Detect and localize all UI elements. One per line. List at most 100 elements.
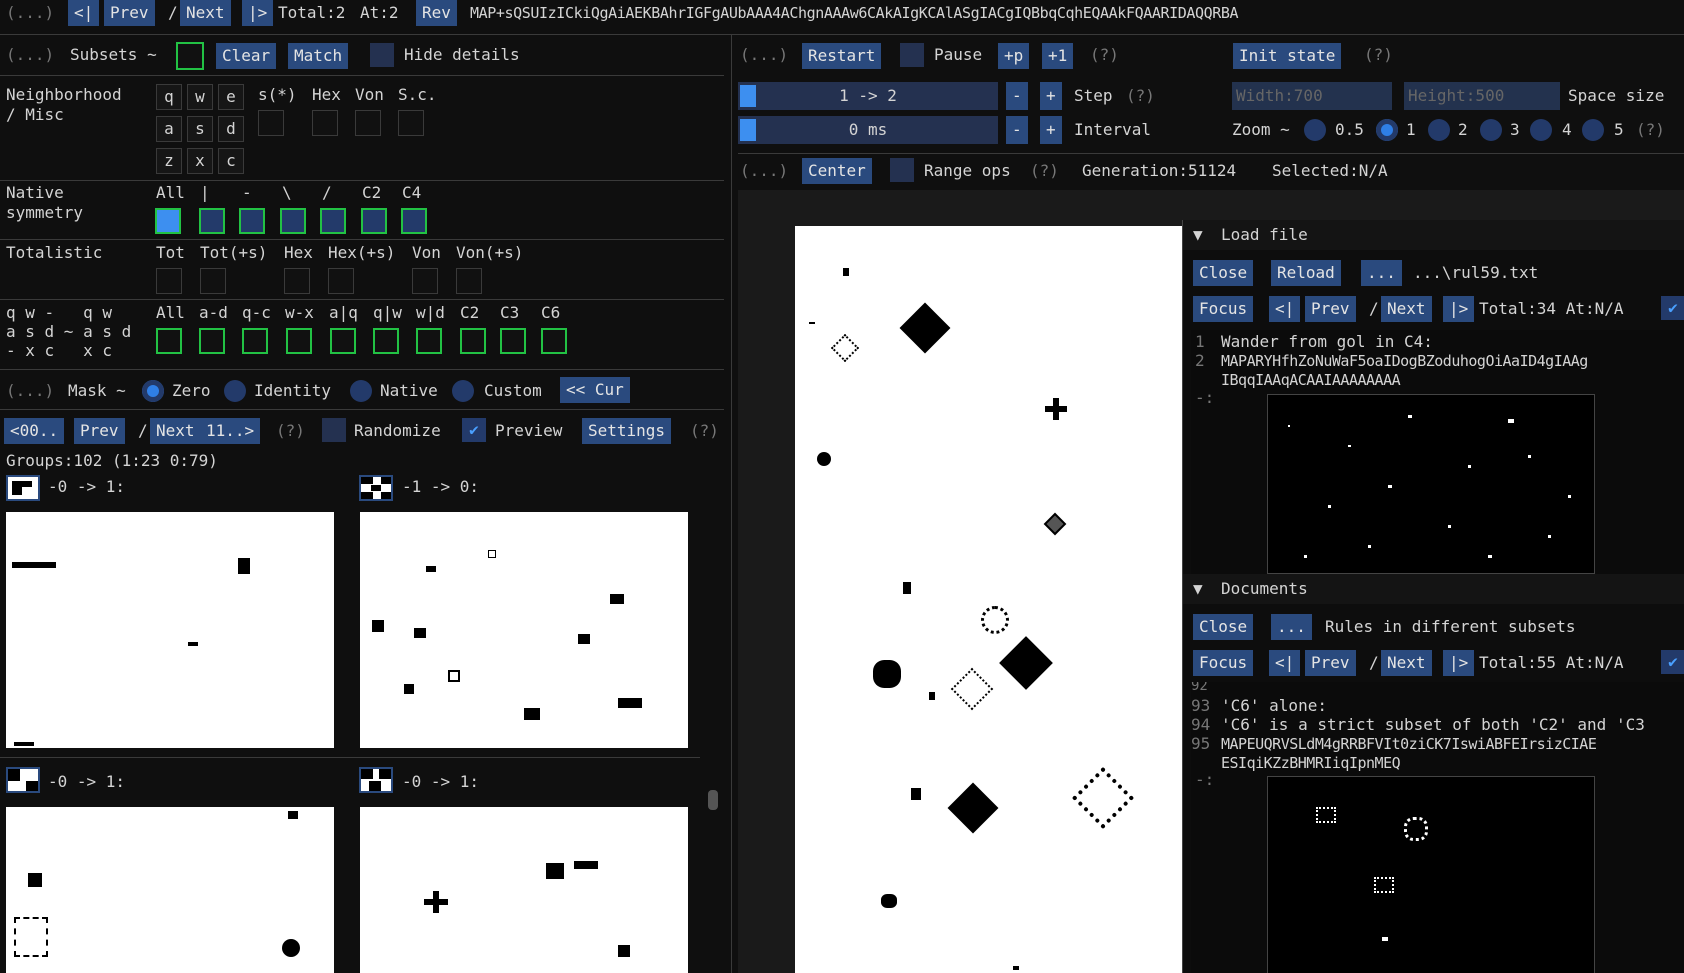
plus-p-button[interactable]: +p	[998, 43, 1030, 69]
tot-toggle[interactable]	[156, 268, 182, 294]
docs-line-95-cont[interactable]: ESIqiKZzBHMRIiqIpnMEQ	[1221, 753, 1401, 773]
cur-button[interactable]: << Cur	[560, 377, 630, 403]
pause-checkbox[interactable]	[900, 43, 924, 67]
rule-string[interactable]: MAP+sQSUIzICkiQgAiAEKBAhrIGFgAUbAAA4AChg…	[470, 3, 1239, 23]
docs-browse-button[interactable]: ...	[1271, 614, 1312, 640]
perm-c6-checkbox[interactable]	[541, 328, 567, 354]
perm-wd-checkbox[interactable]	[416, 328, 442, 354]
first-button[interactable]: <|	[68, 0, 100, 26]
native-backslash-checkbox[interactable]	[280, 208, 306, 234]
load-browse-button[interactable]: ...	[1361, 260, 1402, 286]
subsets-more-button[interactable]: (...)	[6, 45, 54, 65]
step-help[interactable]: (?)	[1126, 86, 1155, 106]
docs-close-button[interactable]: Close	[1193, 614, 1254, 640]
von-s-toggle[interactable]	[456, 268, 482, 294]
last-button[interactable]: |>	[242, 0, 274, 26]
mask-native-radio[interactable]	[350, 380, 372, 402]
native-c2-checkbox[interactable]	[361, 208, 387, 234]
zoom-05-radio[interactable]	[1304, 119, 1326, 141]
center-button[interactable]: Center	[802, 158, 872, 184]
key-d[interactable]: d	[218, 116, 244, 142]
docs-line-95[interactable]: MAPEUQRVSLdM4gRRBFVIt0ziCK7IswiABFEIrsiz…	[1221, 734, 1597, 754]
key-c[interactable]: c	[218, 148, 244, 174]
step-slider[interactable]: 1 -> 2	[738, 82, 998, 110]
zoom-3-radio[interactable]	[1480, 119, 1502, 141]
sim-more-button[interactable]: (...)	[740, 45, 788, 65]
tot-s-toggle[interactable]	[200, 268, 226, 294]
interval-minus-button[interactable]: -	[1006, 116, 1028, 144]
docs-last-button[interactable]: |>	[1443, 650, 1475, 676]
key-w[interactable]: w	[187, 84, 213, 110]
native-pipe-checkbox[interactable]	[199, 208, 225, 234]
zoom-2-radio[interactable]	[1428, 119, 1450, 141]
width-field[interactable]: Width:700	[1232, 82, 1392, 110]
load-file-content[interactable]: 1 Wander from gol in C4: 2 MAPARYHfhZoNu…	[1191, 330, 1684, 586]
groups-next-button[interactable]: Next	[150, 418, 201, 444]
hex-s-toggle[interactable]	[328, 268, 354, 294]
load-rule-preview[interactable]	[1267, 394, 1595, 574]
docs-focus-button[interactable]: Focus	[1193, 650, 1254, 676]
hex-toggle[interactable]	[312, 110, 338, 136]
zoom-5-radio[interactable]	[1582, 119, 1604, 141]
prev-00-button[interactable]: <00..	[4, 418, 65, 444]
group-1-pattern-icon[interactable]	[6, 475, 40, 501]
perm-wx-checkbox[interactable]	[286, 328, 312, 354]
load-line-2-cont[interactable]: IBqqIAAqACAAIAAAAAAAA	[1221, 370, 1401, 390]
load-focus-button[interactable]: Focus	[1193, 296, 1254, 322]
load-next-button[interactable]: Next	[1381, 296, 1432, 322]
range-ops-checkbox[interactable]	[890, 158, 914, 182]
mask-custom-radio[interactable]	[452, 380, 474, 402]
load-reload-button[interactable]: Reload	[1271, 260, 1341, 286]
perm-all-checkbox[interactable]	[156, 328, 182, 354]
preview-checkbox[interactable]: ✔	[462, 418, 486, 442]
view-more-button[interactable]: (...)	[740, 161, 788, 181]
docs-content[interactable]: 92 93 'C6' alone: 94 'C6' is a strict su…	[1191, 682, 1684, 973]
match-button[interactable]: Match	[288, 43, 349, 69]
groups-help[interactable]: (?)	[276, 421, 305, 441]
docs-checkbox[interactable]: ✔	[1661, 650, 1684, 674]
native-slash-checkbox[interactable]	[320, 208, 346, 234]
sc-toggle[interactable]	[398, 110, 424, 136]
init-state-button[interactable]: Init state	[1233, 43, 1342, 69]
perm-qc-checkbox[interactable]	[242, 328, 268, 354]
load-close-button[interactable]: Close	[1193, 260, 1254, 286]
load-last-button[interactable]: |>	[1443, 296, 1475, 322]
key-q[interactable]: q	[156, 84, 182, 110]
next-11-button[interactable]: 11..>	[200, 418, 261, 444]
docs-line-93[interactable]: 'C6' alone:	[1221, 696, 1327, 716]
init-help[interactable]: (?)	[1364, 45, 1393, 65]
docs-line-94[interactable]: 'C6' is a strict subset of both 'C2' and…	[1221, 715, 1645, 735]
left-scrollbar[interactable]	[708, 790, 718, 810]
perm-aq-checkbox[interactable]	[330, 328, 356, 354]
docs-next-button[interactable]: Next	[1381, 650, 1432, 676]
zoom-4-radio[interactable]	[1530, 119, 1552, 141]
docs-rule-preview[interactable]	[1267, 776, 1595, 973]
interval-plus-button[interactable]: +	[1040, 116, 1062, 144]
docs-first-button[interactable]: <|	[1269, 650, 1301, 676]
key-z[interactable]: z	[156, 148, 182, 174]
perm-ad-checkbox[interactable]	[199, 328, 225, 354]
load-collapse-icon[interactable]: ▼	[1193, 225, 1203, 245]
range-help[interactable]: (?)	[1030, 161, 1059, 181]
group-1-preview[interactable]	[6, 512, 334, 748]
group-4-pattern-icon[interactable]	[359, 767, 393, 793]
simulation-canvas[interactable]	[795, 226, 1185, 973]
group-4-preview[interactable]	[360, 807, 688, 973]
mask-more-button[interactable]: (...)	[6, 381, 54, 401]
perm-c3-checkbox[interactable]	[500, 328, 526, 354]
subsets-toggle[interactable]	[176, 42, 204, 70]
von-toggle[interactable]	[355, 110, 381, 136]
step-minus-button[interactable]: -	[1006, 82, 1028, 110]
load-prev-button[interactable]: Prev	[1305, 296, 1356, 322]
group-2-preview[interactable]	[360, 512, 688, 748]
height-field[interactable]: Height:500	[1404, 82, 1560, 110]
group-3-preview[interactable]	[6, 807, 334, 973]
key-e[interactable]: e	[218, 84, 244, 110]
groups-prev-button[interactable]: Prev	[74, 418, 125, 444]
settings-help[interactable]: (?)	[690, 421, 719, 441]
sim-help[interactable]: (?)	[1090, 45, 1119, 65]
hex2-toggle[interactable]	[284, 268, 310, 294]
rev-button[interactable]: Rev	[416, 0, 457, 26]
load-first-button[interactable]: <|	[1269, 296, 1301, 322]
key-s[interactable]: s	[187, 116, 213, 142]
